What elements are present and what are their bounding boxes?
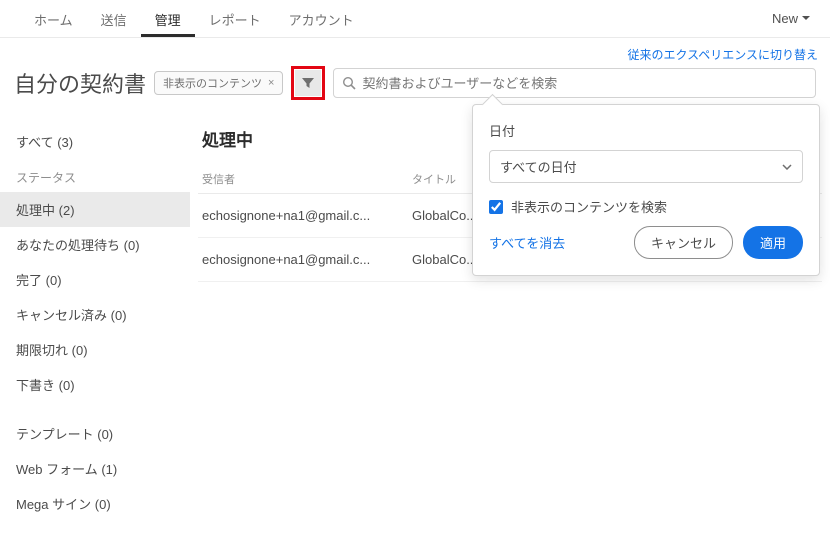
popover-date-label: 日付	[489, 121, 803, 140]
new-dropdown-label: New	[772, 11, 798, 26]
cell-recipient: echosignone+na1@gmail.c...	[202, 252, 412, 267]
apply-button[interactable]: 適用	[743, 226, 803, 259]
nav-reports[interactable]: レポート	[195, 0, 275, 37]
sidebar-item-count: (0)	[59, 378, 75, 393]
sidebar: すべて (3) ステータス 処理中 (2) あなたの処理待ち (0) 完了 (0…	[0, 110, 190, 535]
sidebar-item-expired[interactable]: 期限切れ (0)	[0, 332, 190, 367]
date-select[interactable]: すべての日付	[489, 150, 803, 183]
nav-send[interactable]: 送信	[87, 0, 141, 37]
header-row: 自分の契約書 非表示のコンテンツ ×	[0, 56, 830, 110]
sidebar-item-count: (3)	[57, 135, 73, 150]
search-hidden-checkbox[interactable]: 非表示のコンテンツを検索	[489, 197, 803, 216]
sidebar-item-label: 処理中	[16, 203, 55, 218]
search-hidden-checkbox-label: 非表示のコンテンツを検索	[511, 197, 667, 216]
filter-button[interactable]	[295, 70, 321, 96]
clear-all-link[interactable]: すべてを消去	[489, 233, 565, 252]
sidebar-item-completed[interactable]: 完了 (0)	[0, 262, 190, 297]
search-input[interactable]	[362, 76, 807, 91]
column-recipient[interactable]: 受信者	[202, 171, 412, 187]
sidebar-item-in-progress[interactable]: 処理中 (2)	[0, 192, 190, 227]
filter-chip-hidden-content[interactable]: 非表示のコンテンツ ×	[154, 71, 283, 95]
date-select-value: すべての日付	[500, 157, 577, 176]
sidebar-item-label: テンプレート	[16, 427, 94, 442]
sidebar-item-label: 下書き	[16, 378, 55, 393]
filter-button-highlight	[291, 66, 325, 100]
sidebar-item-count: (2)	[59, 203, 75, 218]
chevron-down-icon	[782, 164, 792, 170]
sidebar-item-all[interactable]: すべて (3)	[0, 124, 190, 159]
sidebar-item-count: (0)	[46, 273, 62, 288]
sidebar-item-count: (1)	[101, 462, 117, 477]
sidebar-item-templates[interactable]: テンプレート (0)	[0, 416, 190, 451]
search-field[interactable]	[333, 68, 816, 98]
sidebar-item-label: Web フォーム	[16, 462, 98, 477]
top-nav: ホーム 送信 管理 レポート アカウント New	[0, 0, 830, 38]
sidebar-status-label: ステータス	[0, 159, 190, 192]
sidebar-item-label: すべて	[16, 135, 54, 150]
nav-home[interactable]: ホーム	[20, 0, 87, 37]
nav-manage[interactable]: 管理	[141, 0, 195, 37]
close-icon[interactable]: ×	[268, 77, 274, 89]
sidebar-item-label: 完了	[16, 273, 42, 288]
sidebar-item-label: あなたの処理待ち	[16, 238, 120, 253]
sidebar-item-cancelled[interactable]: キャンセル済み (0)	[0, 297, 190, 332]
cancel-button[interactable]: キャンセル	[634, 226, 733, 259]
search-icon	[342, 76, 356, 90]
sidebar-item-count: (0)	[72, 343, 88, 358]
switch-experience-link[interactable]: 従来のエクスペリエンスに切り替え	[627, 46, 818, 63]
sidebar-item-draft[interactable]: 下書き (0)	[0, 367, 190, 402]
sidebar-item-megasign[interactable]: Mega サイン (0)	[0, 486, 190, 521]
sidebar-item-count: (0)	[124, 238, 140, 253]
filter-chip-label: 非表示のコンテンツ	[163, 75, 262, 91]
cell-recipient: echosignone+na1@gmail.c...	[202, 208, 412, 223]
sidebar-item-count: (0)	[111, 308, 127, 323]
sidebar-item-waiting-for-you[interactable]: あなたの処理待ち (0)	[0, 227, 190, 262]
sidebar-item-webforms[interactable]: Web フォーム (1)	[0, 451, 190, 486]
sidebar-item-label: 期限切れ	[16, 343, 68, 358]
filter-icon	[301, 76, 315, 90]
nav-account[interactable]: アカウント	[275, 0, 368, 37]
filter-popover: 日付 すべての日付 非表示のコンテンツを検索 すべてを消去 キャンセル 適用	[472, 104, 820, 276]
page-title: 自分の契約書	[14, 67, 146, 99]
search-hidden-checkbox-input[interactable]	[489, 200, 503, 214]
chevron-down-icon	[802, 16, 810, 21]
popover-actions: すべてを消去 キャンセル 適用	[489, 226, 803, 259]
sidebar-item-count: (0)	[97, 427, 113, 442]
new-dropdown[interactable]: New	[772, 11, 810, 26]
sidebar-item-label: キャンセル済み	[16, 308, 107, 323]
